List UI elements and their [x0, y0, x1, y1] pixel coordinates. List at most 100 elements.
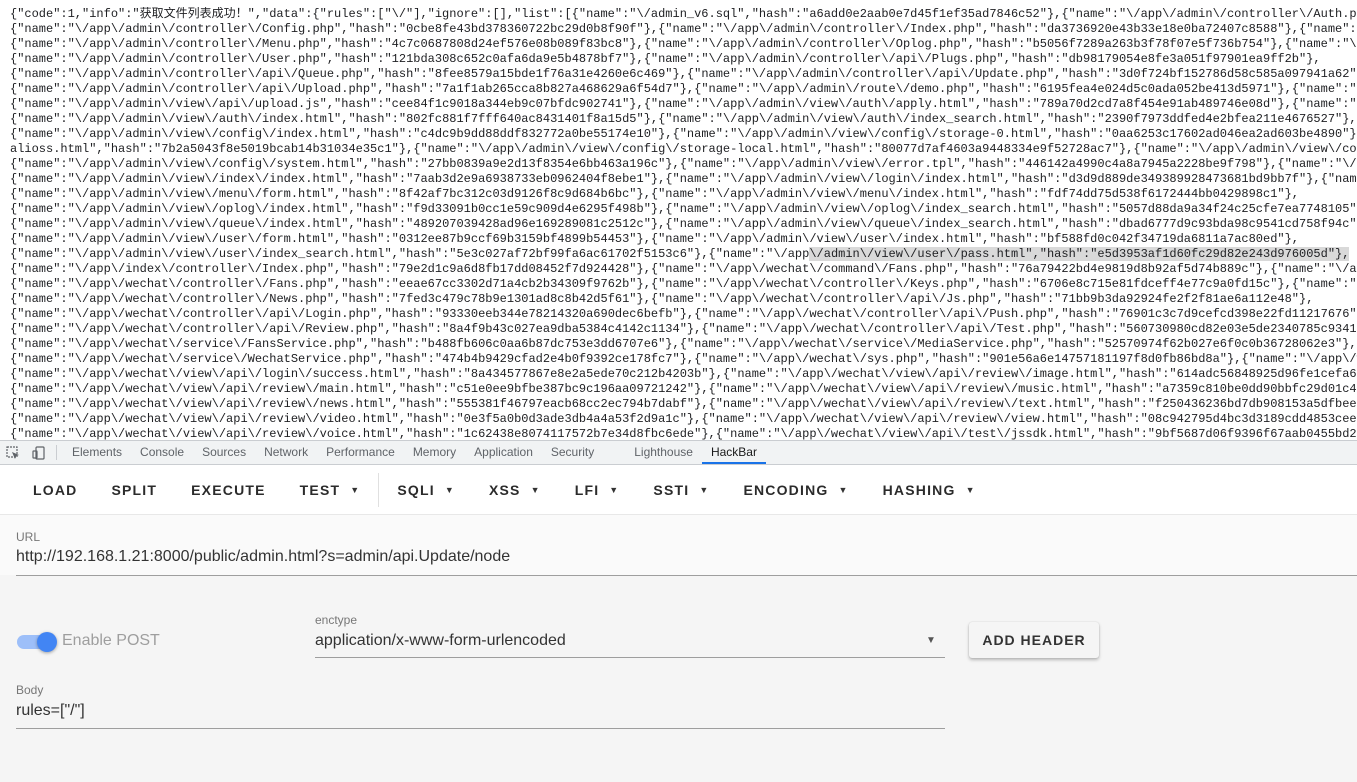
- response-line: {"name":"\/app\/wechat\/service\/FansSer…: [10, 337, 1357, 352]
- response-line-text: {"name":"\/app\/admin\/view\/config\/sys…: [10, 157, 1357, 171]
- encoding-menu-label: ENCODING: [743, 481, 829, 498]
- response-line-text: {"name":"\/app\/wechat\/controller\/Fans…: [10, 277, 1357, 291]
- dropdown-arrow-icon[interactable]: ▼: [926, 635, 936, 646]
- xss-menu-label: XSS: [488, 481, 521, 498]
- toggle-thumb: [37, 632, 57, 652]
- xss-menu-button[interactable]: XSS ▼: [472, 472, 558, 508]
- ssti-menu-label: SSTI: [653, 481, 690, 498]
- response-line-text: {"name":"\/app\/wechat\/controller\/api\…: [10, 307, 1357, 321]
- response-line: {"name":"\/app\/admin\/view\/index\/inde…: [10, 172, 1357, 187]
- response-line: {"name":"\/app\/admin\/view\/queue\/inde…: [10, 217, 1357, 232]
- url-input[interactable]: http://192.168.1.21:8000/public/admin.ht…: [16, 548, 510, 566]
- response-line-text: {"name":"\/app\/admin\/view\/api\/upload…: [10, 97, 1357, 111]
- response-line: {"name":"\/app\/admin\/view\/api\/upload…: [10, 97, 1357, 112]
- response-line-text: {"name":"\/app\/admin\/view\/queue\/inde…: [10, 217, 1357, 231]
- response-line: {"name":"\/app\/wechat\/controller\/News…: [10, 292, 1357, 307]
- response-line: {"name":"\/app\/admin\/view\/auth\/index…: [10, 112, 1357, 127]
- tab-performance[interactable]: Performance: [317, 441, 404, 464]
- inspect-element-icon[interactable]: [0, 441, 26, 464]
- response-line-text: {"name":"\/app\/wechat\/service\/FansSer…: [10, 337, 1357, 351]
- response-line: {"name":"\/app\/wechat\/view\/api\/revie…: [10, 382, 1357, 397]
- enable-post-label: Enable POST: [62, 632, 160, 649]
- caret-down-icon: ▼: [609, 484, 620, 495]
- response-line: {"code":1,"info":"获取文件列表成功！","data":{"ru…: [10, 7, 1357, 22]
- tab-lighthouse[interactable]: Lighthouse: [625, 441, 702, 464]
- url-underline: [16, 575, 1357, 576]
- split-button-label: SPLIT: [111, 481, 158, 498]
- response-line: {"name":"\/app\/admin\/view\/config\/ind…: [10, 127, 1357, 142]
- caret-down-icon: ▼: [965, 484, 976, 495]
- response-line-text: {"name":"\/app\/wechat\/service\/WechatS…: [10, 352, 1357, 366]
- response-line: {"name":"\/app\/wechat\/view\/api\/revie…: [10, 427, 1357, 440]
- lfi-menu-label: LFI: [574, 481, 600, 498]
- response-line: {"name":"\/app\/wechat\/service\/WechatS…: [10, 352, 1357, 367]
- response-line: {"name":"\/app\/wechat\/controller\/api\…: [10, 307, 1357, 322]
- tab-security[interactable]: Security: [542, 441, 603, 464]
- response-line-text: {"name":"\/app\/admin\/controller\/api\/…: [10, 67, 1357, 81]
- tab-elements[interactable]: Elements: [63, 441, 131, 464]
- response-line: {"name":"\/app\/wechat\/view\/api\/revie…: [10, 412, 1357, 427]
- enctype-underline: [315, 657, 945, 658]
- response-line-text: {"name":"\/app\/wechat\/controller\/api\…: [10, 322, 1357, 336]
- add-header-button[interactable]: ADD HEADER: [969, 622, 1099, 658]
- tab-memory[interactable]: Memory: [404, 441, 465, 464]
- execute-button[interactable]: EXECUTE: [174, 472, 283, 508]
- body-underline: [16, 728, 945, 729]
- response-line: {"name":"\/app\/wechat\/controller\/api\…: [10, 322, 1357, 337]
- response-line-text: aliοss.html","hash":"7b2a5043f8e5019bcab…: [10, 142, 1357, 156]
- response-line: {"name":"\/app\/admin\/controller\/Confi…: [10, 22, 1357, 37]
- encoding-menu-button[interactable]: ENCODING ▼: [726, 472, 865, 508]
- response-line-text: {"name":"\/app\/wechat\/view\/api\/revie…: [10, 382, 1357, 396]
- response-line-text: {"name":"\/app\/wechat\/view\/api\/revie…: [10, 397, 1357, 411]
- response-line-text: {"name":"\/app\/admin\/view\/oplog\/inde…: [10, 202, 1357, 216]
- enable-post-toggle[interactable]: [17, 632, 57, 652]
- response-line: {"name":"\/app\/index\/controller\/Index…: [10, 262, 1357, 277]
- device-toolbar-icon[interactable]: [26, 441, 52, 464]
- caret-down-icon: ▼: [350, 484, 361, 495]
- response-line-text: {"name":"\/app\/admin\/view\/user\/index…: [10, 247, 810, 261]
- hackbar-form: URL http://192.168.1.21:8000/public/admi…: [0, 515, 1357, 782]
- json-response-text: {"code":1,"info":"获取文件列表成功！","data":{"ru…: [0, 0, 1357, 440]
- caret-down-icon: ▼: [444, 484, 455, 495]
- response-line: {"name":"\/app\/admin\/view\/user\/index…: [10, 247, 1357, 262]
- enctype-select[interactable]: application/x-www-form-urlencoded: [315, 632, 566, 650]
- response-line-text: {"name":"\/app\/admin\/controller\/api\/…: [10, 82, 1357, 96]
- response-line-text: {"name":"\/app\/admin\/controller\/Confi…: [10, 22, 1357, 36]
- response-line: {"name":"\/app\/admin\/view\/config\/sys…: [10, 157, 1357, 172]
- highlighted-selection: \/admin\/view\/user\/pass.html","hash":"…: [809, 247, 1350, 261]
- caret-down-icon: ▼: [699, 484, 710, 495]
- response-line-text: {"name":"\/app\/wechat\/view\/api\/revie…: [10, 412, 1357, 426]
- execute-button-label: EXECUTE: [191, 481, 266, 498]
- response-line-text: {"name":"\/app\/admin\/view\/user\/form.…: [10, 232, 1300, 246]
- body-label: Body: [16, 683, 44, 697]
- test-menu-button[interactable]: TEST ▼: [283, 472, 378, 508]
- response-line-text: {"name":"\/app\/admin\/controller\/User.…: [10, 52, 1321, 66]
- lfi-menu-button[interactable]: LFI ▼: [558, 472, 637, 508]
- tab-application[interactable]: Application: [465, 441, 542, 464]
- response-line: {"name":"\/app\/admin\/controller\/Menu.…: [10, 37, 1357, 52]
- tab-network[interactable]: Network: [255, 441, 317, 464]
- response-line: {"name":"\/app\/wechat\/view\/api\/revie…: [10, 397, 1357, 412]
- response-line: {"name":"\/app\/admin\/view\/oplog\/inde…: [10, 202, 1357, 217]
- hackbar-toolbar: LOAD SPLIT EXECUTE TEST ▼ SQLI ▼ XSS ▼ LFI ▼…: [0, 465, 1357, 515]
- response-line-text: {"name":"\/app\/wechat\/controller\/News…: [10, 292, 1314, 306]
- ssti-menu-button[interactable]: SSTI ▼: [636, 472, 726, 508]
- hashing-menu-button[interactable]: HASHING ▼: [866, 472, 993, 508]
- devtools-tab-bar: Elements Console Sources Network Perform…: [0, 440, 1357, 465]
- split-button[interactable]: SPLIT: [94, 472, 174, 508]
- url-field[interactable]: URL http://192.168.1.21:8000/public/admi…: [0, 515, 1357, 576]
- body-textarea[interactable]: rules=["/"]: [16, 702, 85, 720]
- tab-hackbar[interactable]: HackBar: [701, 441, 766, 464]
- response-line-text: {"name":"\/app\/wechat\/view\/api\/revie…: [10, 427, 1357, 440]
- enctype-label: enctype: [315, 613, 358, 627]
- response-line-text: {"name":"\/app\/admin\/view\/menu\/form.…: [10, 187, 1300, 201]
- response-line-text: {"name":"\/app\/admin\/view\/index\/inde…: [10, 172, 1357, 186]
- tab-sources[interactable]: Sources: [193, 441, 255, 464]
- sqli-menu-button[interactable]: SQLI ▼: [380, 472, 472, 508]
- tab-console[interactable]: Console: [131, 441, 193, 464]
- response-line: aliοss.html","hash":"7b2a5043f8e5019bcab…: [10, 142, 1357, 157]
- response-line-text: {"name":"\/app\/admin\/controller\/Menu.…: [10, 37, 1357, 51]
- response-line-text: {"name":"\/app\/admin\/view\/config\/ind…: [10, 127, 1357, 141]
- url-label: URL: [16, 530, 41, 544]
- load-button[interactable]: LOAD: [16, 472, 94, 508]
